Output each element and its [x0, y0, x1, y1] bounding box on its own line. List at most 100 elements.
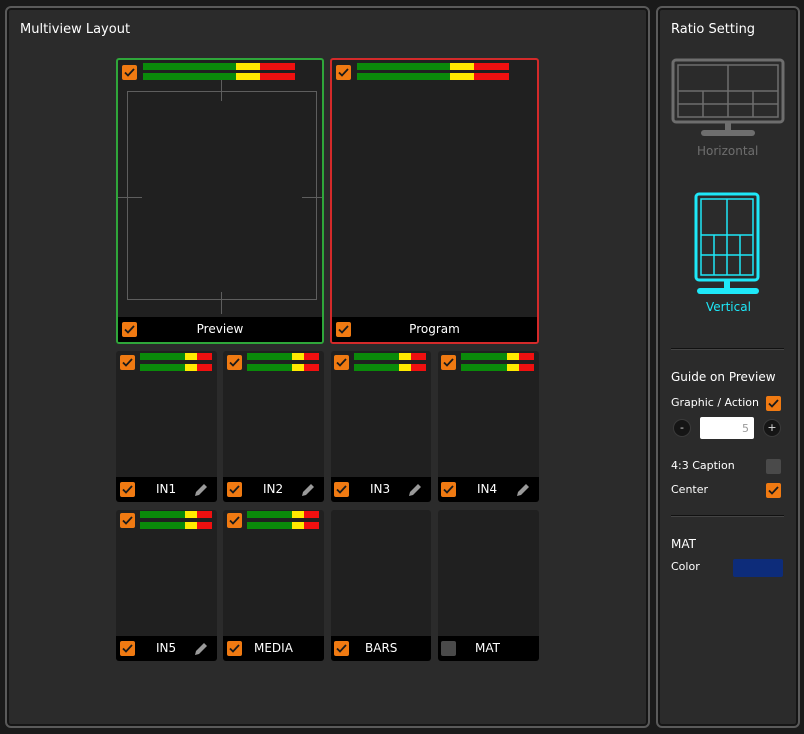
center-checkbox[interactable] — [766, 483, 781, 498]
graphic-action-checkbox[interactable] — [766, 396, 781, 411]
check-icon — [122, 516, 133, 525]
check-icon — [229, 485, 240, 494]
caption-checkbox[interactable] — [766, 459, 781, 474]
tile-preview-audio-meter-l — [143, 63, 295, 70]
center-label: Center — [671, 483, 709, 496]
check-icon — [443, 358, 454, 367]
check-icon — [122, 485, 133, 494]
tile-in3[interactable]: IN3 — [331, 351, 431, 502]
guide-increment-button[interactable]: + — [763, 419, 781, 437]
pencil-icon[interactable] — [193, 482, 209, 498]
tile-in1-checkbox[interactable] — [120, 482, 135, 497]
tile-preview[interactable]: Preview — [116, 58, 324, 344]
tile-in4-footer: IN4 — [438, 477, 539, 502]
check-icon — [768, 399, 779, 408]
tile-in5-label: IN5 — [156, 641, 177, 655]
ratio-setting-title: Ratio Setting — [671, 22, 756, 37]
tile-in2-footer: IN2 — [223, 477, 324, 502]
tile-in4-meter-checkbox[interactable] — [441, 355, 456, 370]
guide-decrement-button[interactable]: - — [673, 419, 691, 437]
tile-in3-audio-meter-l — [354, 353, 426, 360]
tile-media-checkbox[interactable] — [227, 641, 242, 656]
guide-value-input[interactable] — [700, 417, 754, 439]
check-icon — [768, 486, 779, 495]
tile-mat[interactable]: MAT — [438, 510, 539, 661]
tile-in5-audio-meter-l — [140, 511, 212, 518]
check-icon — [122, 358, 133, 367]
tile-in2-meter-checkbox[interactable] — [227, 355, 242, 370]
pencil-icon[interactable] — [515, 482, 531, 498]
pencil-icon[interactable] — [193, 641, 209, 657]
tile-in2-label: IN2 — [263, 482, 284, 496]
tile-in4-audio-meter-l — [461, 353, 534, 360]
tile-preview-label: Preview — [196, 322, 244, 336]
tile-program-meter-checkbox[interactable] — [336, 65, 351, 80]
tile-in4[interactable]: IN4 — [438, 351, 539, 502]
tile-in4-checkbox[interactable] — [441, 482, 456, 497]
mat-title: MAT — [671, 537, 696, 551]
tile-in2[interactable]: IN2 — [223, 351, 324, 502]
center-tick-left — [118, 197, 142, 198]
check-icon — [443, 485, 454, 494]
pencil-icon[interactable] — [407, 482, 423, 498]
ratio-vertical-label: Vertical — [706, 300, 751, 314]
check-icon — [336, 644, 347, 653]
check-icon — [338, 68, 349, 77]
tile-in2-checkbox[interactable] — [227, 482, 242, 497]
tile-program-audio-meter-r — [357, 73, 509, 80]
tile-mat-label: MAT — [475, 641, 500, 655]
tile-media-audio-meter-r — [247, 522, 319, 529]
tile-in2-audio-meter-l — [247, 353, 319, 360]
mat-color-label: Color — [671, 560, 700, 573]
tile-media-meter-checkbox[interactable] — [227, 513, 242, 528]
check-icon — [124, 68, 135, 77]
horizontal-monitor-icon — [671, 58, 785, 136]
check-icon — [122, 644, 133, 653]
tile-in1-audio-meter-l — [140, 353, 212, 360]
tile-in1-label: IN1 — [156, 482, 177, 496]
tile-bars[interactable]: BARS — [331, 510, 431, 661]
tile-in4-audio-meter-r — [461, 364, 534, 371]
tile-in5[interactable]: IN5 — [116, 510, 217, 661]
ratio-option-horizontal[interactable]: Horizontal — [671, 58, 785, 160]
check-icon — [336, 485, 347, 494]
tile-mat-checkbox[interactable] — [441, 641, 456, 656]
tile-program-audio-meter-l — [357, 63, 509, 70]
tile-preview-meter-checkbox[interactable] — [122, 65, 137, 80]
tile-program-footer: Program — [332, 317, 537, 342]
tile-preview-audio-meter-r — [143, 73, 295, 80]
tile-in1-meter-checkbox[interactable] — [120, 355, 135, 370]
tile-media-label: MEDIA — [254, 641, 293, 655]
tile-program[interactable]: Program — [330, 58, 539, 344]
tile-in5-footer: IN5 — [116, 636, 217, 661]
tile-media-audio-meter-l — [247, 511, 319, 518]
tile-program-label: Program — [409, 322, 460, 336]
tile-in5-checkbox[interactable] — [120, 641, 135, 656]
divider-2 — [671, 515, 784, 517]
check-icon — [229, 358, 240, 367]
mat-color-swatch[interactable] — [733, 559, 783, 577]
tile-mat-footer: MAT — [438, 636, 539, 661]
tile-in4-label: IN4 — [477, 482, 498, 496]
tile-in1[interactable]: IN1 — [116, 351, 217, 502]
tile-bars-label: BARS — [365, 641, 398, 655]
guide-on-preview-title: Guide on Preview — [671, 370, 776, 384]
tile-in3-audio-meter-r — [354, 364, 426, 371]
ratio-option-vertical[interactable]: Vertical — [693, 192, 763, 316]
center-tick-top — [221, 80, 222, 101]
tile-in1-footer: IN1 — [116, 477, 217, 502]
tile-in3-meter-checkbox[interactable] — [334, 355, 349, 370]
center-tick-right — [302, 197, 322, 198]
tile-in5-meter-checkbox[interactable] — [120, 513, 135, 528]
tile-media[interactable]: MEDIA — [223, 510, 324, 661]
tile-in3-checkbox[interactable] — [334, 482, 349, 497]
guide-rectangle — [127, 91, 317, 300]
ratio-horizontal-label: Horizontal — [697, 144, 759, 158]
multiview-layout-title: Multiview Layout — [20, 22, 131, 37]
multiview-layout-panel: Multiview Layout — [5, 6, 650, 728]
tile-in3-label: IN3 — [370, 482, 391, 496]
graphic-action-label: Graphic / Action — [671, 396, 759, 409]
tile-bars-checkbox[interactable] — [334, 641, 349, 656]
pencil-icon[interactable] — [300, 482, 316, 498]
divider-1 — [671, 348, 784, 350]
